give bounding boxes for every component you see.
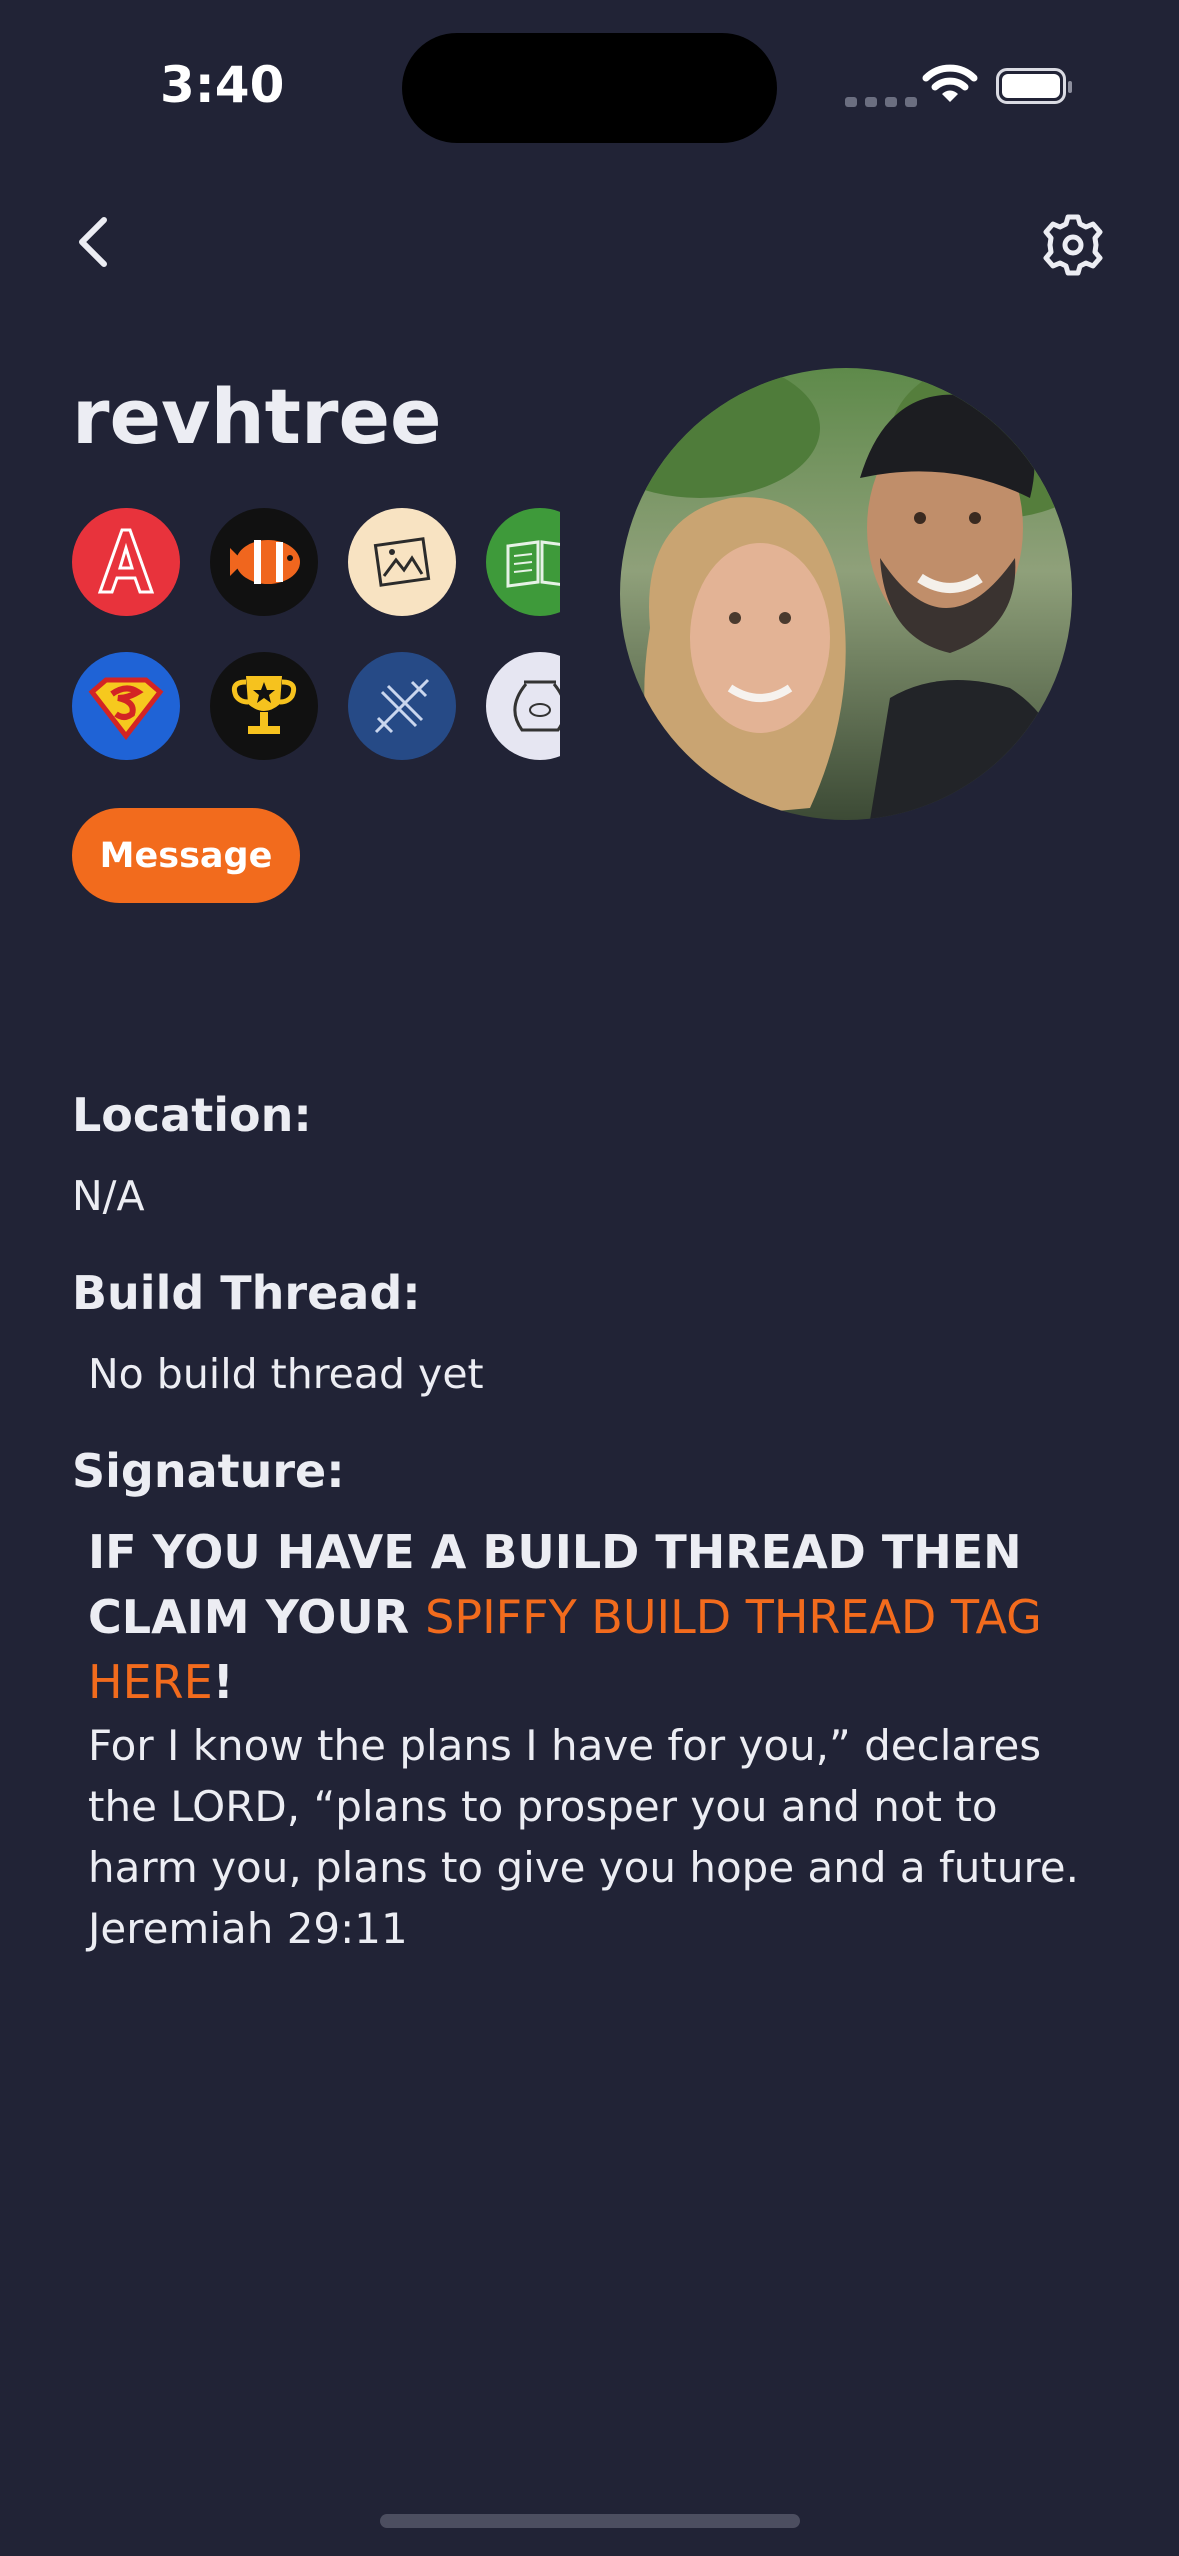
battery-icon <box>996 68 1072 104</box>
profile-screen: 3:40 revhtree Message Location: N/A Buil… <box>0 0 1179 2556</box>
trophy-badge-icon[interactable] <box>210 652 318 760</box>
cellular-signal-icon <box>845 92 925 111</box>
superman-badge-icon[interactable] <box>72 652 180 760</box>
message-button[interactable]: Message <box>72 808 300 903</box>
gear-icon[interactable] <box>1040 212 1106 278</box>
signature-body: For I know the plans I have for you,” de… <box>88 1721 1079 1953</box>
build-thread-label: Build Thread: <box>72 1266 421 1320</box>
location-value: N/A <box>72 1172 145 1220</box>
home-indicator[interactable] <box>380 2514 800 2528</box>
signature-headline: IF YOU HAVE A BUILD THREAD THEN CLAIM YO… <box>88 1520 1108 1715</box>
profile-avatar <box>620 368 1072 820</box>
dynamic-island <box>402 33 777 143</box>
signature-suffix: ! <box>212 1655 234 1709</box>
wifi-icon <box>922 64 978 102</box>
badges-grid <box>72 508 560 760</box>
status-time: 3:40 <box>160 56 285 114</box>
signature-content: IF YOU HAVE A BUILD THREAD THEN CLAIM YO… <box>88 1520 1108 1959</box>
location-label: Location: <box>72 1088 312 1142</box>
build-thread-value: No build thread yet <box>88 1350 484 1398</box>
book-badge-icon[interactable] <box>486 508 560 616</box>
profile-username: revhtree <box>72 372 442 461</box>
x-wing-badge-icon[interactable] <box>348 652 456 760</box>
back-icon[interactable] <box>68 212 118 272</box>
picture-frame-badge-icon[interactable] <box>348 508 456 616</box>
clownfish-badge-icon[interactable] <box>210 508 318 616</box>
letter-a-badge-icon[interactable] <box>72 508 180 616</box>
fishbowl-badge-icon[interactable] <box>486 652 560 760</box>
signature-label: Signature: <box>72 1444 345 1498</box>
